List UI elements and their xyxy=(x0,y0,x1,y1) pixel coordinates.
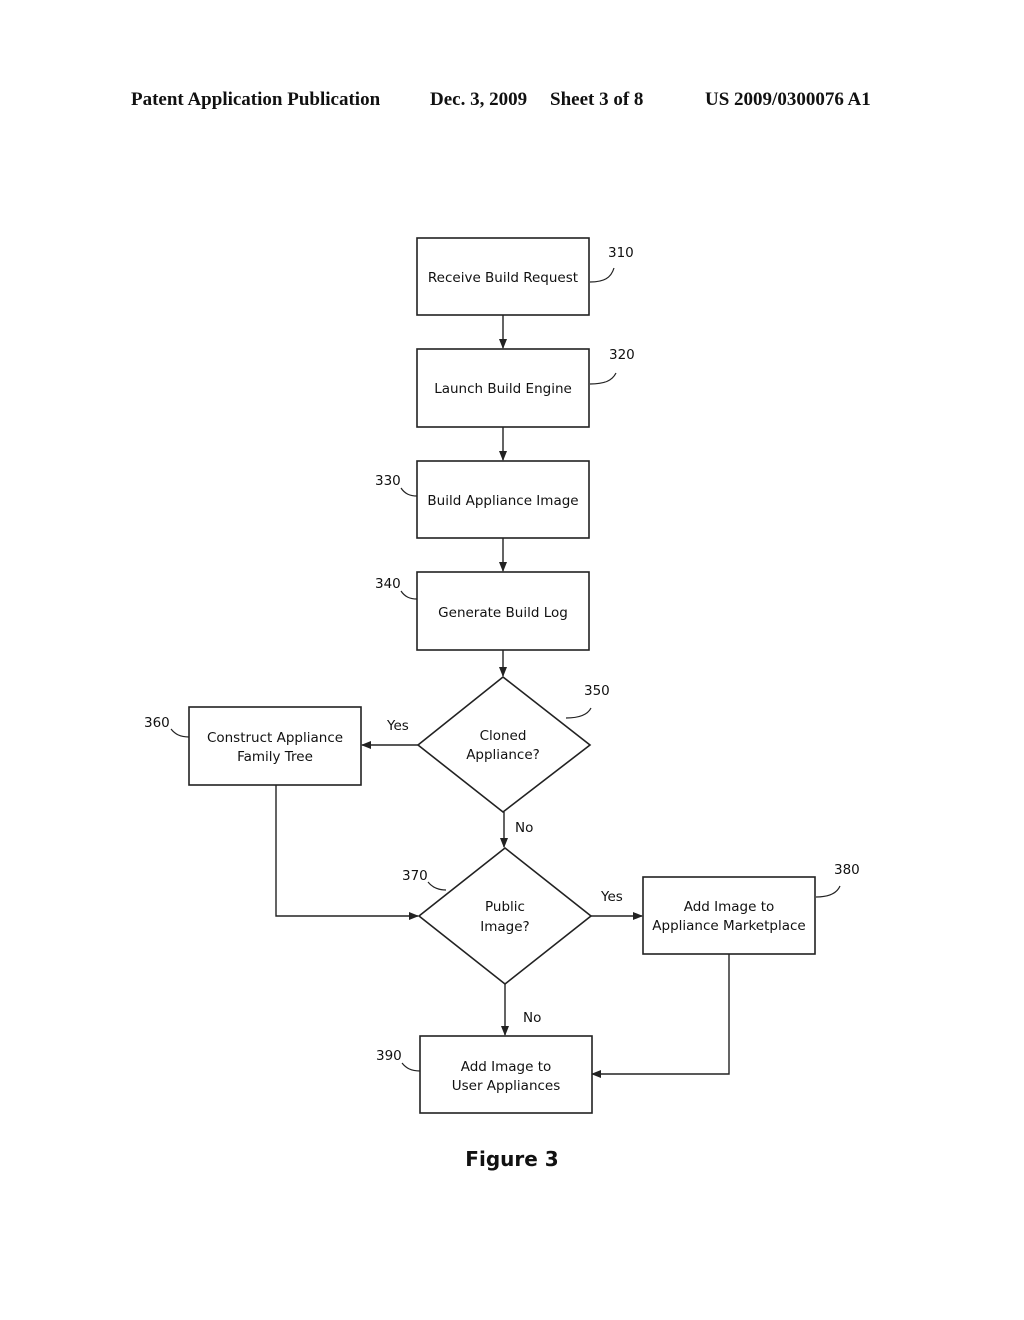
edge-label-no: No xyxy=(523,1010,541,1026)
node-380-add-image-to-appliance-marketplace: Add Image to Appliance Marketplace 380 xyxy=(642,862,860,955)
reference-number: 340 xyxy=(375,576,401,592)
node-label: Generate Build Log xyxy=(438,605,568,621)
node-370-public-image-decision: Public Image? 370 xyxy=(402,846,593,986)
node-label: Cloned xyxy=(480,728,527,744)
figure-caption: Figure 3 xyxy=(465,1147,558,1171)
reference-number: 390 xyxy=(376,1048,402,1064)
reference-number: 330 xyxy=(375,473,401,489)
edge-label-yes: Yes xyxy=(600,889,623,905)
node-label: Image? xyxy=(480,919,529,935)
node-label: User Appliances xyxy=(452,1078,561,1094)
node-330-build-appliance-image: Build Appliance Image 330 xyxy=(375,460,590,539)
node-label: Family Tree xyxy=(237,749,313,765)
node-label: Construct Appliance xyxy=(207,730,343,746)
reference-number: 350 xyxy=(584,683,610,699)
reference-number: 370 xyxy=(402,868,428,884)
leader-line xyxy=(589,372,617,385)
node-label: Receive Build Request xyxy=(428,270,578,286)
leader-line xyxy=(401,1062,421,1072)
node-label: Launch Build Engine xyxy=(434,381,572,397)
edge-label-no: No xyxy=(515,820,533,836)
node-label: Public xyxy=(485,899,525,915)
leader-line xyxy=(400,590,418,600)
node-350-cloned-appliance-decision: Cloned Appliance? 350 xyxy=(416,675,610,814)
node-310-receive-build-request: Receive Build Request 310 xyxy=(416,237,634,316)
process-box xyxy=(188,706,362,786)
reference-number: 320 xyxy=(609,347,635,363)
leader-line xyxy=(589,267,615,283)
flowchart: Yes No Yes No Receive Build Request 310 … xyxy=(144,237,860,1171)
node-label: Appliance Marketplace xyxy=(652,918,805,934)
reference-number: 360 xyxy=(144,715,170,731)
node-label: Appliance? xyxy=(466,747,540,763)
node-360-construct-appliance-family-tree: Construct Appliance Family Tree 360 xyxy=(144,706,362,786)
decision-diamond xyxy=(417,846,593,986)
node-390-add-image-to-user-appliances: Add Image to User Appliances 390 xyxy=(376,1035,593,1114)
leader-line xyxy=(565,707,592,719)
leader-line xyxy=(815,885,841,898)
decision-diamond xyxy=(416,675,592,814)
process-box xyxy=(642,876,816,955)
edge-360-370 xyxy=(275,785,419,920)
edge-380-390 xyxy=(591,953,730,1078)
node-320-launch-build-engine: Launch Build Engine 320 xyxy=(416,347,635,428)
node-label: Add Image to xyxy=(461,1059,552,1075)
leader-line xyxy=(400,487,418,497)
reference-number: 380 xyxy=(834,862,860,878)
node-label: Add Image to xyxy=(684,899,775,915)
edge-label-yes: Yes xyxy=(386,718,409,734)
leader-line xyxy=(170,728,190,738)
leader-line xyxy=(427,881,447,891)
node-label: Build Appliance Image xyxy=(427,493,578,509)
reference-number: 310 xyxy=(608,245,634,261)
node-340-generate-build-log: Generate Build Log 340 xyxy=(375,571,590,651)
